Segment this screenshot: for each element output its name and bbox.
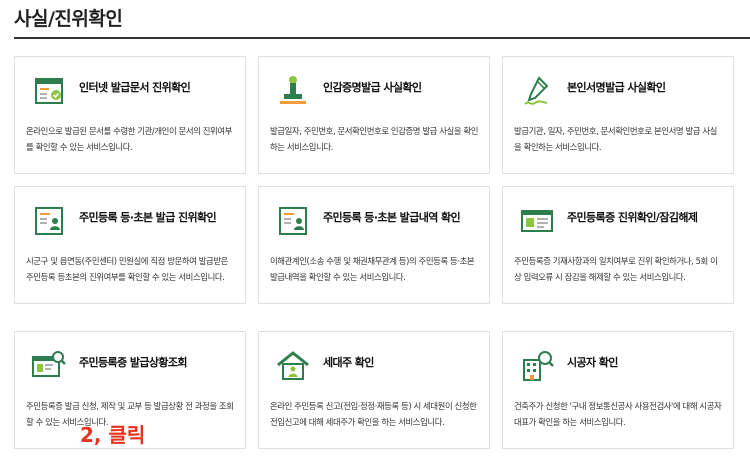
- card-description: 이해관계인(소송 수행 및 채권채무관계 등)의 주민등록 등·초본 발급내역을…: [270, 256, 475, 282]
- card-title: 세대주 확인: [323, 356, 374, 369]
- card-title: 주민등록증 진위확인/잠김해제: [567, 211, 698, 224]
- card-description: 건축주가 신청한 '구내 정보통신공사 사용전검사'에 대해 시공자 대표가 확…: [514, 401, 722, 427]
- id-card-icon: [519, 203, 555, 239]
- card-title: 인터넷 발급문서 진위확인: [79, 81, 191, 94]
- resident-document-icon: [275, 203, 311, 239]
- card-title: 시공자 확인: [567, 356, 618, 369]
- click-annotation: 2, 클릭: [80, 423, 146, 447]
- card-resident-doc-verify[interactable]: 주민등록 등·초본 발급 진위확인 시군구 및 읍면동(주민센터) 민원실에 직…: [14, 186, 246, 304]
- card-title: 주민등록 등·초본 발급 진위확인: [79, 211, 217, 224]
- card-title: 주민등록증 발급상황조회: [79, 356, 188, 369]
- stamp-icon: [275, 73, 311, 109]
- building-search-icon: [519, 348, 555, 384]
- page-title: 사실/진위확인: [14, 8, 123, 30]
- card-description: 시군구 및 읍면동(주민센터) 민원실에 직접 방문하여 발급받은 주민등록 등…: [26, 256, 228, 282]
- card-title: 인감증명발급 사실확인: [323, 81, 422, 94]
- card-householder-confirm[interactable]: 세대주 확인 온라인 주민등록 신고(전입·정정·재등록 등) 시 세대원이 신…: [258, 331, 490, 449]
- card-internet-doc-verify[interactable]: 인터넷 발급문서 진위확인 온라인으로 발급된 문서를 수령한 기관/개인이 문…: [14, 56, 246, 174]
- card-description: 발급기관, 일자, 주민번호, 문서확인번호로 본인서명 발급 사실을 확인하는…: [514, 126, 717, 152]
- card-id-card-verify[interactable]: 주민등록증 진위확인/잠김해제 주민등록증 기재사항과의 일치여부로 진위 확인…: [502, 186, 734, 304]
- card-contractor-confirm[interactable]: 시공자 확인 건축주가 신청한 '구내 정보통신공사 사용전검사'에 대해 시공…: [502, 331, 734, 449]
- service-card-grid: 인터넷 발급문서 진위확인 온라인으로 발급된 문서를 수령한 기관/개인이 문…: [14, 56, 750, 469]
- resident-document-icon: [31, 203, 67, 239]
- card-description: 주민등록증 기재사항과의 일치여부로 진위 확인하거나, 5회 이상 입력오류 …: [514, 256, 718, 282]
- card-title: 본인서명발급 사실확인: [567, 81, 666, 94]
- house-person-icon: [275, 348, 311, 384]
- title-divider: [14, 37, 750, 39]
- card-description: 발급일자, 주민번호, 문서확인번호로 인감증명 발급 사실을 확인하는 서비스…: [270, 126, 479, 152]
- card-seal-cert-verify[interactable]: 인감증명발급 사실확인 발급일자, 주민번호, 문서확인번호로 인감증명 발급 …: [258, 56, 490, 174]
- card-title: 주민등록 등·초본 발급내역 확인: [323, 211, 461, 224]
- card-resident-doc-history[interactable]: 주민등록 등·초본 발급내역 확인 이해관계인(소송 수행 및 채권채무관계 등…: [258, 186, 490, 304]
- id-card-search-icon: [31, 348, 67, 384]
- certificate-check-icon: [31, 73, 67, 109]
- card-signature-verify[interactable]: 본인서명발급 사실확인 발급기관, 일자, 주민번호, 문서확인번호로 본인서명…: [502, 56, 734, 174]
- card-description: 온라인으로 발급된 문서를 수령한 기관/개인이 문서의 진위여부를 확인할 수…: [26, 126, 232, 152]
- pen-signature-icon: [519, 73, 555, 109]
- card-description: 온라인 주민등록 신고(전입·정정·재등록 등) 시 세대원이 신청한 전입신고…: [270, 401, 477, 427]
